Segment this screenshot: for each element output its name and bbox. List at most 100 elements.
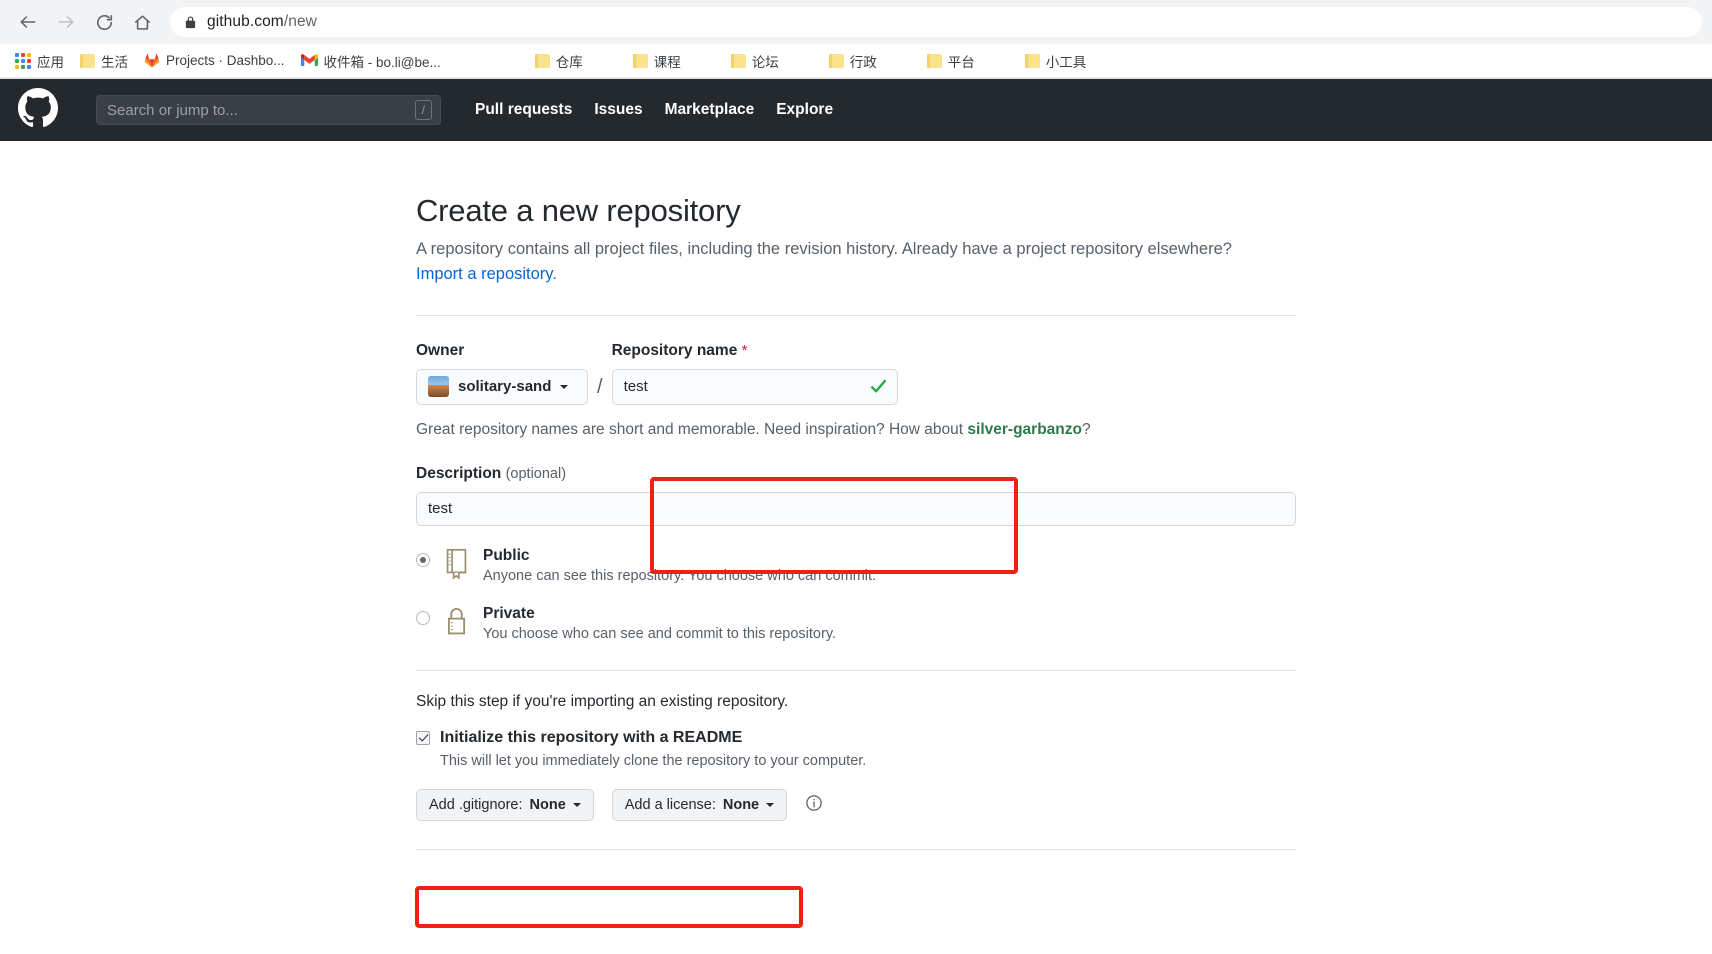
bookmark-label: 行政	[849, 54, 877, 70]
github-header: / Pull requests Issues Marketplace Explo…	[0, 79, 1712, 141]
bookmark-kecheng[interactable]: 课程	[626, 47, 688, 75]
repository-name-hint: Great repository names are short and mem…	[416, 421, 1296, 439]
bookmark-xiaogongju[interactable]: 小工具	[1018, 47, 1094, 75]
browser-toolbar: github.com/new	[0, 0, 1712, 44]
bookmark-projects-dashboard[interactable]: Projects · Dashbo...	[137, 49, 292, 72]
visibility-private-desc: You choose who can see and commit to thi…	[483, 626, 837, 643]
owner-repo-separator: /	[597, 375, 603, 398]
bookmark-label: 论坛	[751, 54, 779, 70]
search-input[interactable]	[105, 100, 415, 120]
bookmark-shenghuo[interactable]: 生活	[73, 47, 135, 75]
owner-value: solitary-sand	[458, 378, 552, 395]
readme-checkbox[interactable]	[416, 731, 430, 746]
visibility-public-desc: Anyone can see this repository. You choo…	[483, 567, 877, 584]
lock-icon	[442, 606, 471, 642]
nav-issues[interactable]: Issues	[594, 101, 642, 119]
bookmark-label: 收件箱 - bo.li@be...	[323, 54, 441, 70]
owner-label: Owner	[416, 341, 465, 359]
bookmark-label: 小工具	[1045, 54, 1087, 70]
bookmark-pingtai[interactable]: 平台	[920, 47, 982, 75]
bookmark-xingzheng[interactable]: 行政	[822, 47, 884, 75]
global-search-box[interactable]: /	[96, 95, 441, 125]
book-icon	[442, 548, 471, 584]
visibility-option-public[interactable]: Public Anyone can see this repository. Y…	[416, 536, 1296, 594]
github-logo-link[interactable]	[18, 87, 58, 133]
nav-pull-requests[interactable]: Pull requests	[475, 101, 572, 119]
gitlab-icon	[144, 53, 160, 68]
owner-field: Owner solitary-sand	[416, 342, 588, 405]
url-path: /new	[283, 13, 317, 30]
folder-icon	[730, 53, 746, 68]
suggested-name-link[interactable]: silver-garbanzo	[967, 421, 1082, 438]
description-input[interactable]	[416, 491, 1296, 526]
description-field: Description (optional)	[416, 465, 1296, 526]
hint-suffix: ?	[1081, 420, 1091, 438]
required-asterisk: *	[741, 341, 748, 359]
home-button[interactable]	[124, 4, 160, 40]
description-label-text: Description	[416, 464, 502, 482]
back-button[interactable]	[10, 4, 46, 40]
bookmark-label: 仓库	[555, 54, 583, 70]
url-text: github.com/new	[207, 13, 317, 31]
visibility-public-text: Public Anyone can see this repository. Y…	[483, 546, 876, 584]
bookmark-label: 平台	[947, 54, 975, 70]
readme-sub-text: This will let you immediately clone the …	[440, 753, 867, 770]
gitignore-value: None	[529, 797, 566, 814]
nav-marketplace[interactable]: Marketplace	[665, 101, 755, 119]
new-repository-form: Create a new repository A repository con…	[416, 141, 1296, 851]
page-subtitle: A repository contains all project files,…	[416, 237, 1296, 287]
address-bar[interactable]: github.com/new	[170, 7, 1702, 37]
license-dropdown[interactable]: Add a license: None	[611, 789, 788, 822]
check-icon	[869, 377, 888, 401]
github-primary-nav: Pull requests Issues Marketplace Explore	[475, 101, 833, 119]
page-body: Create a new repository A repository con…	[0, 141, 1712, 954]
license-prefix: Add a license:	[624, 797, 716, 814]
forward-arrow-icon	[58, 16, 74, 28]
bookmark-gmail-inbox[interactable]: 收件箱 - bo.li@be...	[294, 47, 448, 75]
template-buttons-row: Add .gitignore: None Add a license: None	[416, 789, 1296, 822]
folder-icon	[80, 53, 95, 68]
owner-dropdown[interactable]: solitary-sand	[416, 368, 588, 405]
repository-name-label: Repository name *	[612, 342, 898, 360]
owner-and-name-row: Owner solitary-sand / Repository name *	[416, 342, 1296, 405]
folder-icon	[1024, 53, 1040, 68]
forward-button[interactable]	[48, 4, 84, 40]
folder-icon	[926, 53, 942, 68]
folder-icon	[632, 53, 648, 68]
initialize-readme-row[interactable]: Initialize this repository with a README	[416, 729, 1296, 747]
license-value: None	[722, 797, 760, 814]
bookmark-cangku[interactable]: 仓库	[528, 47, 590, 75]
bookmark-luntan[interactable]: 论坛	[724, 47, 786, 75]
info-icon[interactable]	[805, 794, 823, 817]
lock-icon	[185, 15, 196, 28]
hint-prefix: Great repository names are short and mem…	[416, 420, 968, 438]
gitignore-dropdown[interactable]: Add .gitignore: None	[416, 789, 594, 822]
bookmark-label: 应用	[37, 54, 64, 70]
import-repository-link[interactable]: Import a repository	[416, 265, 552, 283]
visibility-option-private[interactable]: Private You choose who can see and commi…	[416, 594, 1296, 652]
radio-public[interactable]	[416, 552, 430, 567]
avatar	[428, 376, 449, 397]
bookmarks-bar: 应用 生活 Projects · Dashbo... 收件箱 - bo.li@b…	[0, 44, 1712, 78]
chevron-down-icon	[766, 803, 775, 808]
apps-grid-icon	[15, 52, 31, 69]
divider-top	[416, 314, 1296, 316]
bookmark-label: 课程	[653, 54, 681, 70]
gmail-icon	[300, 54, 318, 67]
repository-name-input[interactable]	[611, 368, 898, 405]
repository-name-field: Repository name *	[611, 342, 898, 405]
slash-shortcut-hint: /	[414, 100, 432, 120]
readme-label: Initialize this repository with a README	[440, 729, 743, 747]
visibility-private-text: Private You choose who can see and commi…	[483, 604, 836, 642]
description-label: Description (optional)	[416, 465, 1296, 483]
home-icon	[134, 14, 150, 30]
chevron-down-icon	[572, 803, 581, 808]
reload-button[interactable]	[86, 4, 122, 40]
folder-icon	[828, 53, 844, 68]
folder-icon	[534, 53, 550, 68]
nav-explore[interactable]: Explore	[776, 101, 833, 119]
visibility-options: Public Anyone can see this repository. Y…	[416, 536, 1296, 653]
subtitle-text: A repository contains all project files,…	[416, 240, 1232, 258]
radio-private[interactable]	[416, 610, 430, 625]
bookmark-apps[interactable]: 应用	[8, 47, 71, 75]
